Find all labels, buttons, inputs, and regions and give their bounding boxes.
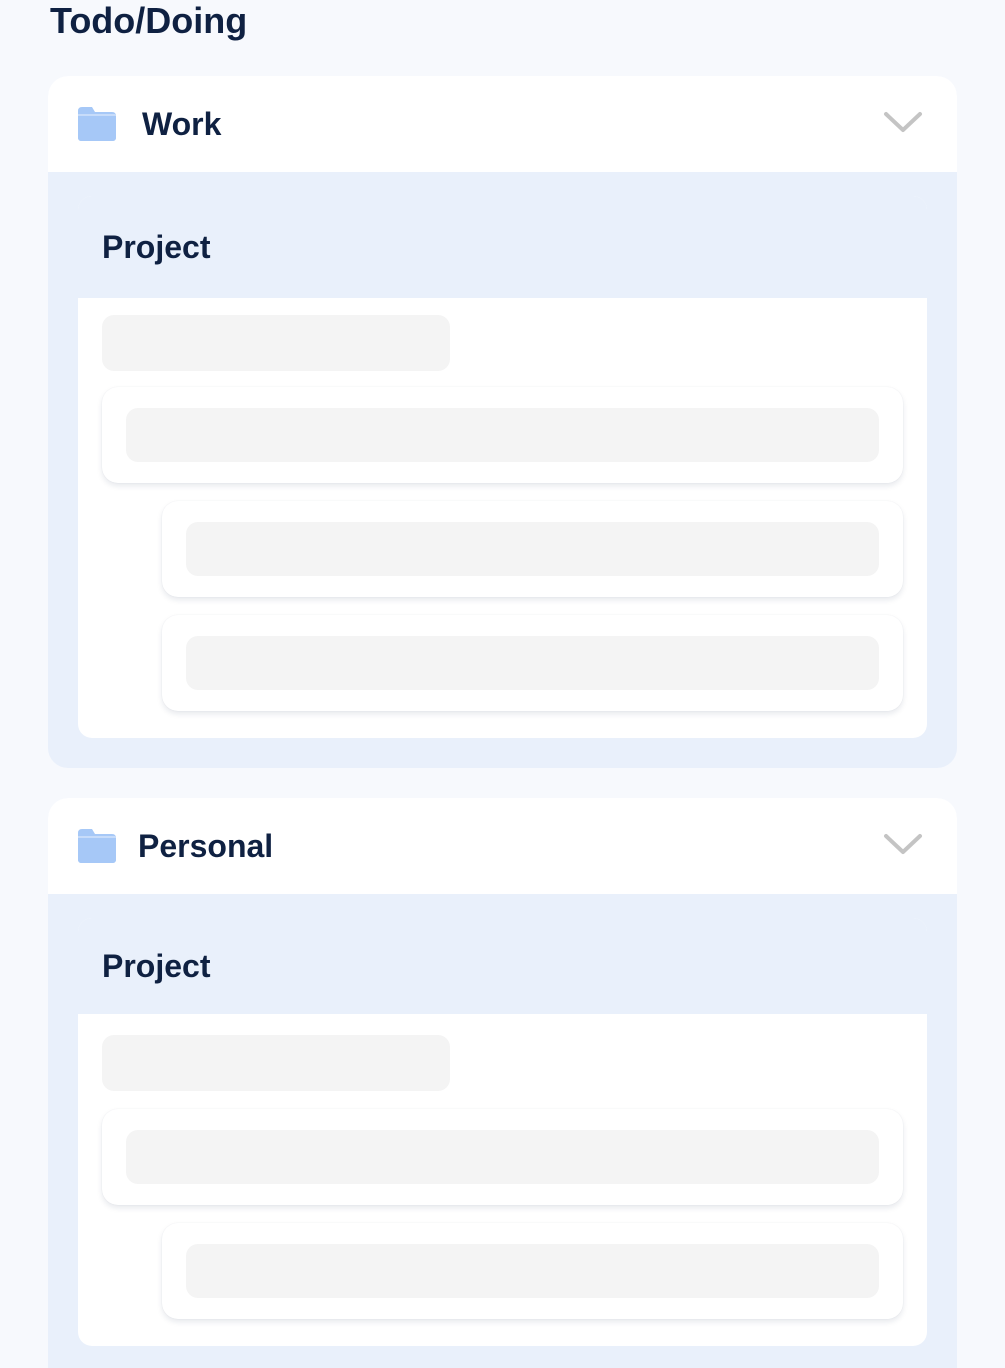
project-header[interactable]: Project	[78, 918, 927, 1014]
project-title: Project	[102, 947, 211, 984]
group-work: Work Project	[48, 76, 957, 768]
skeleton-bar	[186, 636, 879, 690]
group-name: Personal	[138, 827, 274, 864]
chevron-down-icon[interactable]	[883, 828, 923, 864]
group-header-personal[interactable]: Personal	[48, 798, 957, 894]
project-card: Project	[78, 196, 927, 738]
folder-icon	[78, 107, 116, 141]
skeleton-label	[102, 315, 450, 371]
project-title: Project	[102, 228, 211, 265]
skeleton-bar	[186, 522, 879, 576]
group-header-work[interactable]: Work	[48, 76, 957, 172]
skeleton-bar	[186, 1244, 879, 1298]
skeleton-bar	[126, 1130, 879, 1184]
skeleton-bar	[126, 408, 879, 462]
task-card[interactable]	[102, 387, 903, 483]
skeleton-label	[102, 1035, 450, 1091]
subtask-card[interactable]	[162, 1223, 903, 1319]
task-card[interactable]	[102, 1109, 903, 1205]
group-personal: Personal Project	[48, 798, 957, 1368]
folder-icon	[78, 829, 116, 863]
page-title: Todo/Doing	[50, 0, 248, 41]
subtask-card[interactable]	[162, 501, 903, 597]
project-header[interactable]: Project	[78, 196, 927, 298]
chevron-down-icon[interactable]	[883, 106, 923, 142]
group-name: Work	[142, 105, 222, 142]
subtask-card[interactable]	[162, 615, 903, 711]
project-card: Project	[78, 918, 927, 1346]
